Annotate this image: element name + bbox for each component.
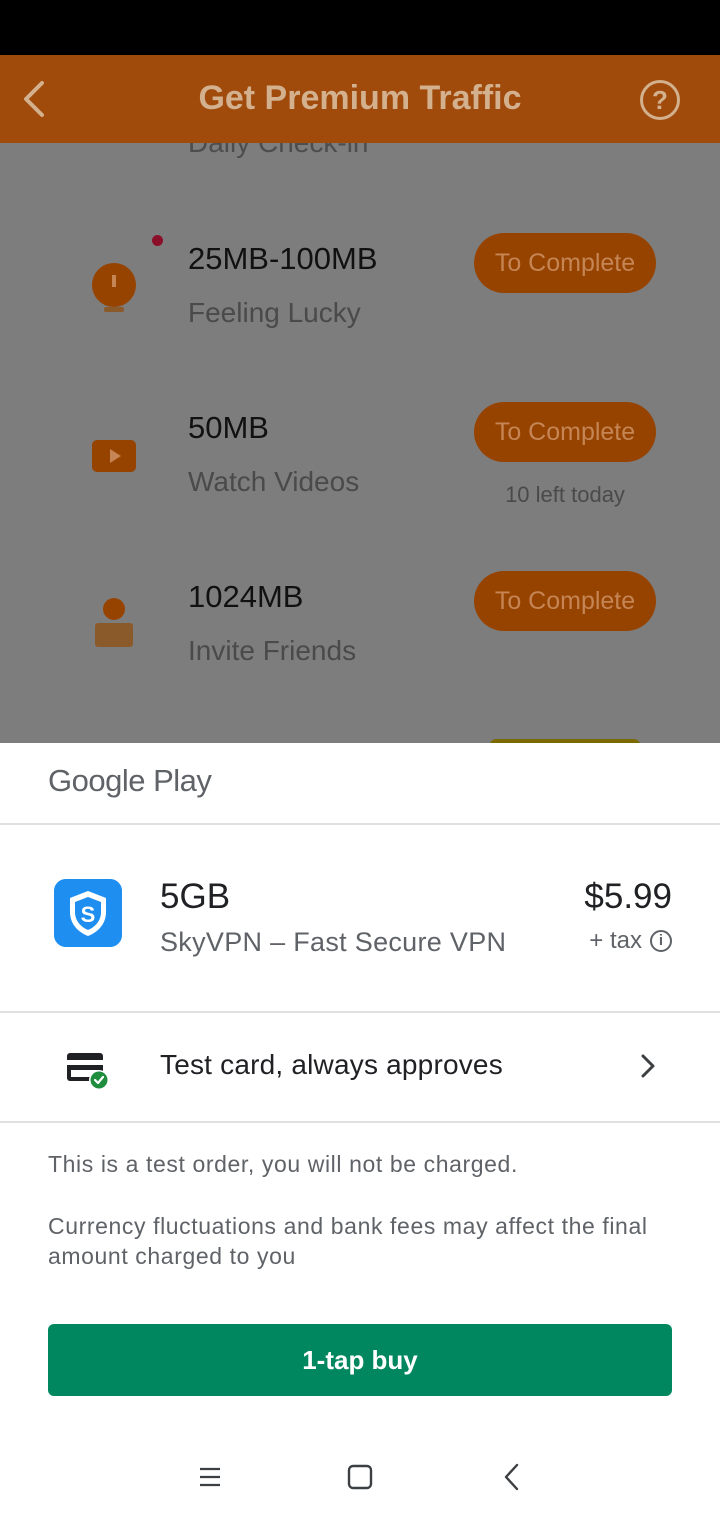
- divider: [0, 1121, 720, 1123]
- to-complete-button[interactable]: To Complete: [474, 571, 656, 631]
- divider: [0, 823, 720, 825]
- person-icon: [95, 598, 133, 647]
- task-description: Feeling Lucky: [188, 297, 361, 328]
- navigation-bar: [0, 1443, 720, 1520]
- remaining-count: 10 left today: [505, 482, 625, 507]
- section-heading-cut: Daily Check-in: [188, 143, 369, 159]
- task-amount: 1024MB: [188, 579, 304, 614]
- app-header: Get Premium Traffic ?: [0, 55, 720, 143]
- product-app-name: SkyVPN – Fast Secure VPN: [160, 927, 507, 957]
- svg-text:S: S: [81, 902, 96, 927]
- currency-notice: Currency fluctuations and bank fees may …: [48, 1213, 648, 1269]
- task-row: 25MB-100MB Feeling Lucky To Complete: [0, 233, 720, 401]
- task-row: 1024MB Invite Friends To Complete: [0, 571, 720, 739]
- chevron-right-icon: [641, 1054, 655, 1078]
- status-bar: [0, 0, 720, 55]
- task-amount: 25MB-100MB: [188, 241, 378, 276]
- task-list: Daily Check-in 25MB-100MB Feeling Lucky …: [0, 143, 720, 743]
- to-complete-button[interactable]: To Complete: [474, 233, 656, 293]
- task-row: 50MB Watch Videos To Complete 10 left to…: [0, 402, 720, 570]
- tax-label: + tax: [589, 927, 642, 954]
- product-name: 5GB: [160, 877, 231, 916]
- purchase-sheet: Google Play S 5GB SkyVPN – Fast Secure V…: [0, 743, 720, 1520]
- test-order-notice: This is a test order, you will not be ch…: [48, 1151, 518, 1177]
- payment-method-label: Test card, always approves: [160, 1049, 503, 1080]
- payment-method-row[interactable]: Test card, always approves: [0, 1013, 720, 1121]
- tax-line: + tax i: [589, 927, 672, 955]
- notification-dot: [152, 235, 163, 246]
- shield-s-icon: S: [54, 879, 122, 947]
- back-triangle-icon[interactable]: [492, 1457, 532, 1497]
- task-description: Watch Videos: [188, 466, 360, 497]
- google-play-logo: Google Play: [48, 763, 212, 798]
- menu-icon[interactable]: [190, 1457, 230, 1497]
- video-icon: [92, 440, 136, 472]
- page-title: Get Premium Traffic: [198, 79, 522, 117]
- help-button[interactable]: ?: [640, 80, 680, 120]
- info-icon[interactable]: i: [650, 930, 672, 952]
- square-home-icon[interactable]: [340, 1457, 380, 1497]
- buy-button[interactable]: 1-tap buy: [48, 1324, 672, 1396]
- task-amount: 50MB: [188, 410, 269, 445]
- product-price: $5.99: [584, 877, 672, 916]
- to-complete-button[interactable]: To Complete: [474, 402, 656, 462]
- compass-icon: [92, 263, 136, 312]
- task-description: Invite Friends: [188, 635, 357, 666]
- credit-card-check-icon: [67, 1053, 109, 1090]
